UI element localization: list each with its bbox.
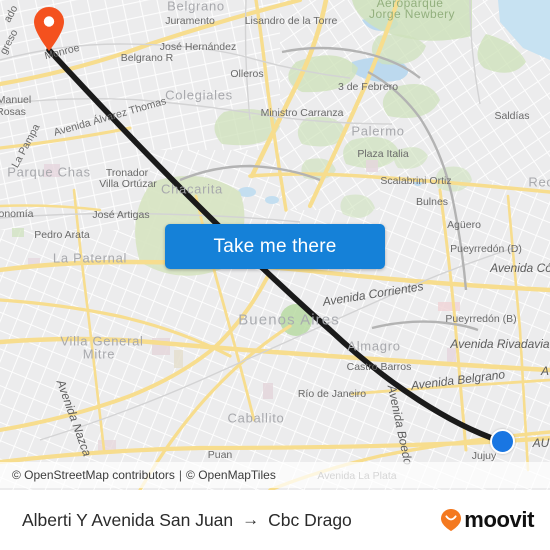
moovit-wordmark: moovit [464,507,534,532]
attribution-osm[interactable]: © OpenStreetMap contributors [12,468,175,482]
moovit-pin-icon [441,509,462,531]
take-me-there-button[interactable]: Take me there [165,224,385,269]
route-origin-label: Alberti Y Avenida San Juan [22,509,234,530]
route-footer: Alberti Y Avenida San Juan → Cbc Drago m… [0,490,550,550]
moovit-route-map-screen: Belgrano Juramento Lisandro de la Torre Aer… [0,0,550,550]
origin-marker-pin[interactable] [33,6,65,52]
arrow-right-icon: → [242,510,260,529]
map-attribution: © OpenStreetMap contributors | © OpenMap… [0,462,550,488]
destination-marker-dot[interactable] [490,429,515,454]
attribution-separator: | [178,468,183,482]
moovit-logo[interactable]: moovit [440,507,534,533]
attribution-openmaptiles[interactable]: © OpenMapTiles [186,468,276,482]
route-summary: Alberti Y Avenida San Juan → Cbc Drago [22,510,352,531]
map-canvas[interactable]: Belgrano Juramento Lisandro de la Torre Aer… [0,0,550,490]
route-destination-label: Cbc Drago [268,509,352,530]
